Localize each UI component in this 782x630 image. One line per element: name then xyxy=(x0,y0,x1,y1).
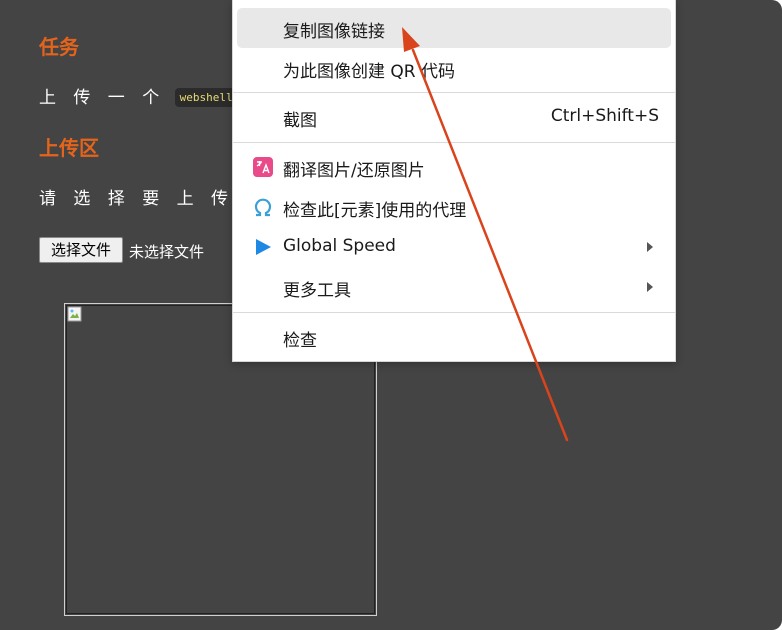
menu-separator xyxy=(233,92,675,93)
file-status-text: 未选择文件 xyxy=(129,243,205,261)
chevron-right-icon xyxy=(647,282,653,292)
menu-item-label: Global Speed xyxy=(283,236,396,256)
menu-item-label: 翻译图片/还原图片 xyxy=(283,161,425,181)
menu-item-label: 检查 xyxy=(283,331,317,351)
task-text-before: 上 传 一 个 xyxy=(39,88,166,108)
choose-file-button[interactable]: 选择文件 xyxy=(39,237,123,263)
menu-item-more-tools[interactable]: 更多工具 xyxy=(237,267,671,307)
upload-heading: 上传区 xyxy=(39,136,99,160)
menu-item-global-speed[interactable]: Global Speed xyxy=(237,227,671,267)
menu-separator xyxy=(233,312,675,313)
menu-item-translate-image[interactable]: 翻译图片/还原图片 xyxy=(237,147,671,187)
context-menu: 复制图像链接 为此图像创建 QR 代码 截图 Ctrl+Shift+S 翻译图片… xyxy=(232,0,676,362)
menu-item-label: 更多工具 xyxy=(283,281,351,301)
menu-item-inspect[interactable]: 检查 xyxy=(237,317,671,357)
menu-item-check-proxy[interactable]: 检查此[元素]使用的代理 xyxy=(237,187,671,227)
menu-item-copy-image-link[interactable]: 复制图像链接 xyxy=(237,8,671,48)
menu-item-label: 检查此[元素]使用的代理 xyxy=(283,201,467,221)
translate-icon xyxy=(253,157,273,177)
task-heading: 任务 xyxy=(39,35,79,59)
menu-item-label: 截图 xyxy=(283,111,317,131)
menu-item-label: 为此图像创建 QR 代码 xyxy=(283,62,456,82)
menu-item-screenshot[interactable]: 截图 Ctrl+Shift+S xyxy=(237,97,671,137)
screenshot-shortcut: Ctrl+Shift+S xyxy=(550,106,659,126)
play-icon xyxy=(256,239,271,255)
chevron-right-icon xyxy=(647,242,653,252)
webshell-code-tag: webshell xyxy=(174,88,238,107)
omega-proxy-icon xyxy=(254,198,272,217)
menu-item-label: 复制图像链接 xyxy=(283,22,385,42)
broken-image-icon xyxy=(67,306,82,322)
menu-item-create-qr-code[interactable]: 为此图像创建 QR 代码 xyxy=(237,48,671,88)
menu-separator xyxy=(233,142,675,143)
